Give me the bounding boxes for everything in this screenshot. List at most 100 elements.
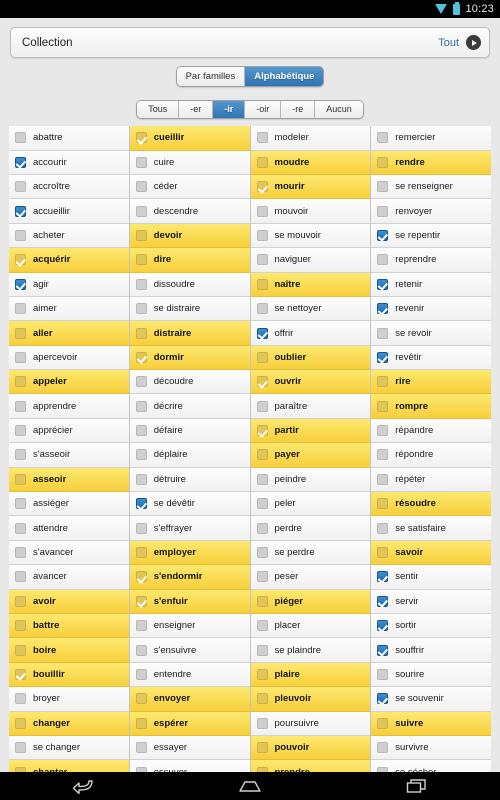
verb-checkbox[interactable] (256, 327, 268, 339)
verb-checkbox[interactable] (135, 522, 147, 534)
verb-checkbox[interactable] (135, 742, 147, 754)
verb-checkbox[interactable] (256, 400, 268, 412)
verb-checkbox[interactable] (256, 303, 268, 315)
verb-row[interactable]: moudre (250, 150, 371, 175)
verb-checkbox[interactable] (15, 473, 26, 485)
verb-row[interactable]: souffrir (371, 638, 491, 663)
verb-row[interactable]: perdre (250, 516, 371, 541)
back-icon[interactable] (60, 772, 106, 800)
verb-checkbox[interactable] (256, 717, 268, 729)
verb-row[interactable]: espérer (129, 711, 250, 736)
verb-checkbox[interactable] (135, 693, 147, 705)
verb-checkbox[interactable] (256, 132, 268, 144)
verb-row[interactable]: cuire (129, 150, 250, 175)
verb-row[interactable]: apprendre (9, 394, 129, 419)
verb-row[interactable]: attendre (9, 516, 129, 541)
verb-row[interactable]: acheter (9, 223, 129, 249)
verb-row[interactable]: pouvoir (250, 735, 371, 761)
verb-row[interactable]: pleuvoir (250, 687, 371, 712)
verb-row[interactable]: peindre (250, 467, 371, 493)
verb-row[interactable]: essayer (129, 735, 250, 761)
verb-row[interactable]: peler (250, 492, 371, 517)
verb-row[interactable]: répondre (371, 443, 491, 468)
verb-checkbox[interactable] (256, 644, 268, 656)
verb-checkbox[interactable] (377, 303, 389, 315)
verb-row[interactable]: accourir (9, 150, 129, 175)
verb-row[interactable]: revenir (371, 296, 491, 322)
verb-checkbox[interactable] (135, 620, 147, 632)
verb-checkbox[interactable] (15, 327, 26, 339)
verb-checkbox[interactable] (377, 425, 389, 437)
verb-row[interactable]: distraire (129, 321, 250, 346)
group-tab-0[interactable]: Tous (137, 101, 180, 119)
verb-checkbox[interactable] (15, 376, 26, 388)
verb-checkbox[interactable] (15, 425, 26, 437)
sort-tab-0[interactable]: Par familles (176, 67, 246, 87)
verb-checkbox[interactable] (256, 571, 268, 583)
verb-row[interactable]: répéter (371, 467, 491, 493)
verb-checkbox[interactable] (15, 547, 26, 559)
verb-checkbox[interactable] (135, 278, 147, 290)
verb-row[interactable]: suivre (371, 711, 491, 736)
verb-row[interactable]: sentir (371, 565, 491, 590)
verb-checkbox[interactable] (377, 620, 389, 632)
verb-checkbox[interactable] (135, 254, 147, 266)
verb-row[interactable]: acquérir (9, 248, 129, 273)
verb-row[interactable]: mouvoir (250, 199, 371, 224)
verb-checkbox[interactable] (15, 571, 26, 583)
verb-row[interactable]: se satisfaire (371, 516, 491, 541)
verb-checkbox[interactable] (256, 254, 268, 266)
verb-checkbox[interactable] (256, 156, 268, 168)
verb-row[interactable]: répandre (371, 418, 491, 444)
verb-checkbox[interactable] (377, 522, 389, 534)
verb-checkbox[interactable] (256, 595, 268, 607)
verb-row[interactable]: avoir (9, 589, 129, 614)
verb-checkbox[interactable] (135, 205, 147, 217)
verb-checkbox[interactable] (256, 351, 268, 363)
verb-row[interactable]: se distraire (129, 296, 250, 322)
verb-checkbox[interactable] (15, 303, 26, 315)
verb-row[interactable]: renvoyer (371, 199, 491, 224)
verb-row[interactable]: accueillir (9, 199, 129, 224)
verb-checkbox[interactable] (15, 156, 26, 168)
verb-checkbox[interactable] (256, 522, 268, 534)
verb-checkbox[interactable] (377, 742, 389, 754)
verb-checkbox[interactable] (15, 181, 26, 193)
verb-checkbox[interactable] (15, 449, 26, 461)
verb-row[interactable]: dire (129, 248, 250, 273)
verb-checkbox[interactable] (377, 644, 389, 656)
verb-checkbox[interactable] (15, 620, 26, 632)
verb-row[interactable]: apercevoir (9, 345, 129, 371)
verb-row[interactable]: aimer (9, 296, 129, 322)
verb-row[interactable]: se renseigner (371, 174, 491, 200)
verb-row[interactable]: se dévêtir (129, 492, 250, 517)
verb-row[interactable]: s'endormir (129, 565, 250, 590)
verb-checkbox[interactable] (377, 205, 389, 217)
verb-row[interactable]: enseigner (129, 614, 250, 639)
verb-row[interactable]: servir (371, 589, 491, 614)
verb-row[interactable]: découdre (129, 370, 250, 395)
verb-checkbox[interactable] (15, 351, 26, 363)
verb-checkbox[interactable] (256, 425, 268, 437)
verb-row[interactable]: rire (371, 370, 491, 395)
verb-checkbox[interactable] (377, 717, 389, 729)
verb-checkbox[interactable] (135, 400, 147, 412)
verb-row[interactable]: se souvenir (371, 687, 491, 712)
verb-row[interactable]: oublier (250, 345, 371, 371)
verb-row[interactable]: assiéger (9, 492, 129, 517)
verb-checkbox[interactable] (256, 547, 268, 559)
verb-checkbox[interactable] (256, 742, 268, 754)
verb-checkbox[interactable] (377, 351, 389, 363)
verb-row[interactable]: céder (129, 174, 250, 200)
verb-checkbox[interactable] (15, 668, 26, 680)
verb-checkbox[interactable] (377, 498, 389, 510)
verb-checkbox[interactable] (135, 303, 147, 315)
verb-checkbox[interactable] (15, 278, 26, 290)
verb-row[interactable]: devoir (129, 223, 250, 249)
verb-row[interactable]: sortir (371, 614, 491, 639)
verb-checkbox[interactable] (256, 498, 268, 510)
verb-row[interactable]: boire (9, 638, 129, 663)
verb-row[interactable]: détruire (129, 467, 250, 493)
verb-row[interactable]: se plaindre (250, 638, 371, 663)
verb-row[interactable]: déplaire (129, 443, 250, 468)
